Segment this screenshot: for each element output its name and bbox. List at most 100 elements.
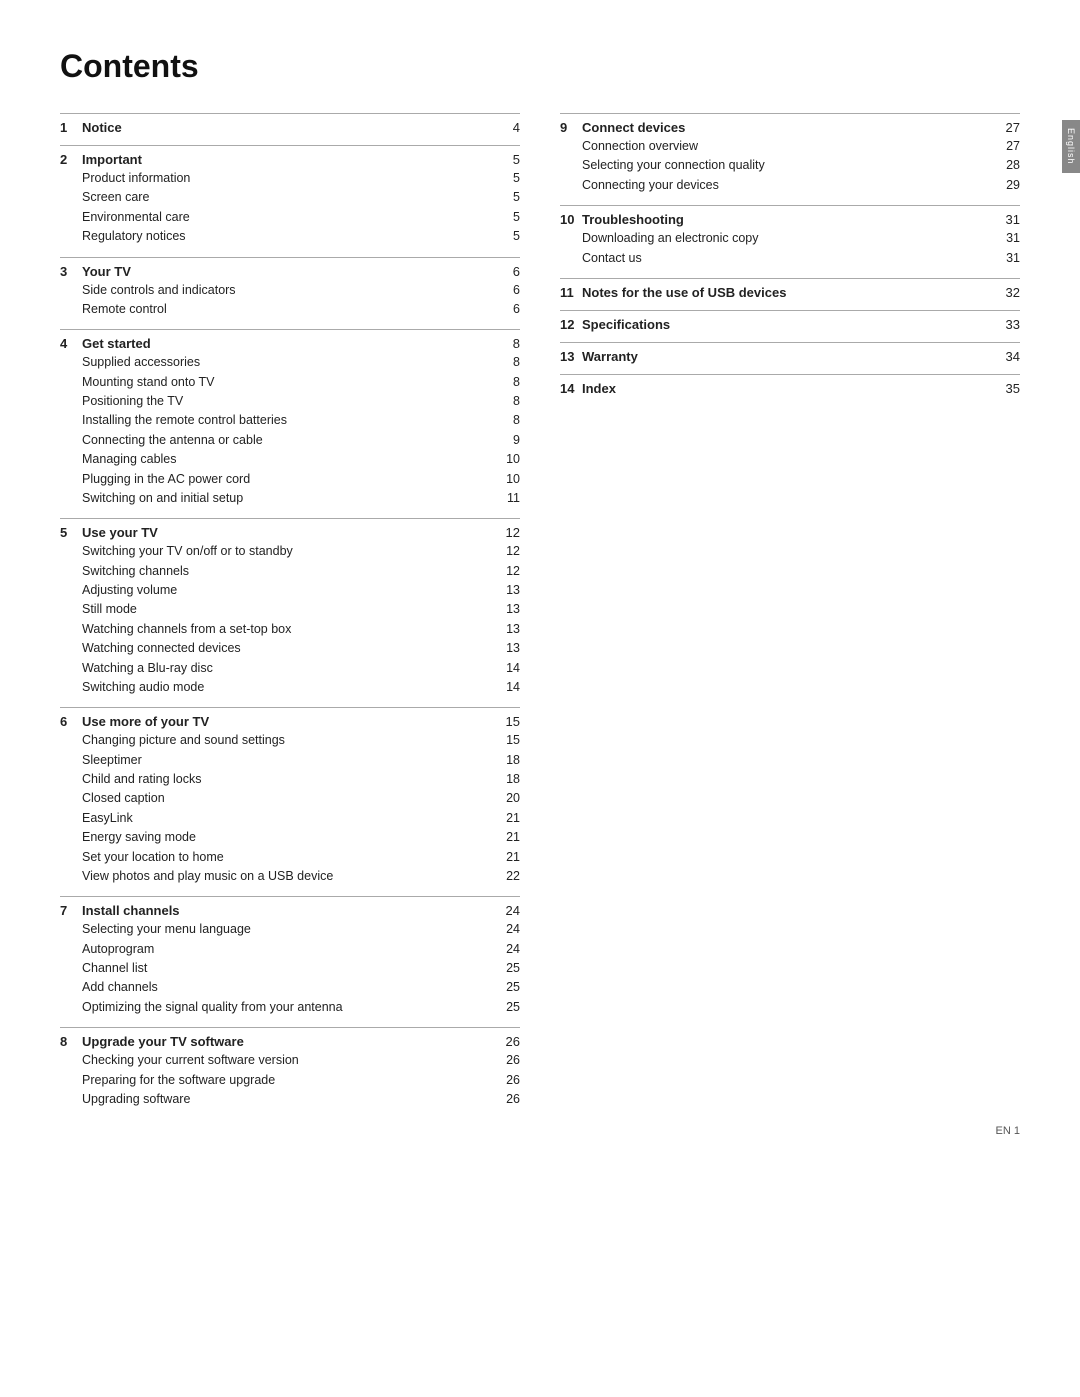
toc-sub-item: Add channels25 xyxy=(60,978,520,997)
toc-sub-item: Side controls and indicators6 xyxy=(60,281,520,300)
toc-sub-item: View photos and play music on a USB devi… xyxy=(60,867,520,886)
section-number: 14 xyxy=(560,381,578,396)
toc-section-header: 12Specifications33 xyxy=(560,317,1020,332)
sub-item-title: Watching channels from a set-top box xyxy=(82,620,496,639)
section-title: Warranty xyxy=(582,349,996,364)
toc-sub-item: Sleeptimer18 xyxy=(60,751,520,770)
toc-section-header: 14Index35 xyxy=(560,381,1020,396)
sub-item-page: 5 xyxy=(496,188,520,207)
toc-section-header: 10Troubleshooting31 xyxy=(560,212,1020,227)
sub-item-page: 28 xyxy=(996,156,1020,175)
toc-sub-item: Switching audio mode14 xyxy=(60,678,520,697)
section-title: Get started xyxy=(82,336,496,351)
sub-item-title: Switching audio mode xyxy=(82,678,496,697)
toc-sub-item: Changing picture and sound settings15 xyxy=(60,731,520,750)
section-title: Specifications xyxy=(582,317,996,332)
toc-sub-item: Supplied accessories8 xyxy=(60,353,520,372)
sub-item-title: Add channels xyxy=(82,978,496,997)
section-page: 32 xyxy=(996,285,1020,300)
sub-item-page: 31 xyxy=(996,249,1020,268)
sub-item-page: 25 xyxy=(496,978,520,997)
toc-sub-item: Installing the remote control batteries8 xyxy=(60,411,520,430)
section-title: Install channels xyxy=(82,903,496,918)
sub-item-page: 31 xyxy=(996,229,1020,248)
toc-sub-item: Connecting the antenna or cable9 xyxy=(60,431,520,450)
toc-sub-item: Remote control6 xyxy=(60,300,520,319)
section-number: 8 xyxy=(60,1034,78,1049)
sub-item-page: 6 xyxy=(496,281,520,300)
section-number: 2 xyxy=(60,152,78,167)
sub-item-title: Switching your TV on/off or to standby xyxy=(82,542,496,561)
sub-item-page: 5 xyxy=(496,208,520,227)
toc-sub-item: Connection overview27 xyxy=(560,137,1020,156)
sub-item-page: 13 xyxy=(496,600,520,619)
sub-item-page: 12 xyxy=(496,562,520,581)
sub-item-title: View photos and play music on a USB devi… xyxy=(82,867,496,886)
toc-sub-item: Watching channels from a set-top box13 xyxy=(60,620,520,639)
toc-sub-item: Contact us31 xyxy=(560,249,1020,268)
sub-item-title: Downloading an electronic copy xyxy=(582,229,996,248)
sub-item-page: 15 xyxy=(496,731,520,750)
sub-item-page: 5 xyxy=(496,227,520,246)
sub-item-title: Plugging in the AC power cord xyxy=(82,470,496,489)
toc-section: 9Connect devices27Connection overview27S… xyxy=(560,113,1020,195)
section-page: 34 xyxy=(996,349,1020,364)
toc-sub-item: Closed caption20 xyxy=(60,789,520,808)
toc-section-header: 13Warranty34 xyxy=(560,349,1020,364)
sub-item-title: Product information xyxy=(82,169,496,188)
section-page: 5 xyxy=(496,152,520,167)
sub-item-page: 8 xyxy=(496,353,520,372)
toc-sub-item: Channel list25 xyxy=(60,959,520,978)
sub-item-title: Supplied accessories xyxy=(82,353,496,372)
section-page: 15 xyxy=(496,714,520,729)
sub-item-page: 24 xyxy=(496,920,520,939)
toc-section-header: 7Install channels24 xyxy=(60,903,520,918)
toc-sub-item: Managing cables10 xyxy=(60,450,520,469)
section-number: 6 xyxy=(60,714,78,729)
section-page: 26 xyxy=(496,1034,520,1049)
section-page: 35 xyxy=(996,381,1020,396)
toc-sub-item: EasyLink21 xyxy=(60,809,520,828)
sub-item-page: 8 xyxy=(496,373,520,392)
section-page: 8 xyxy=(496,336,520,351)
sub-item-title: Upgrading software xyxy=(82,1090,496,1109)
sub-item-page: 26 xyxy=(496,1071,520,1090)
section-number: 3 xyxy=(60,264,78,279)
section-number: 4 xyxy=(60,336,78,351)
toc-section: 13Warranty34 xyxy=(560,342,1020,364)
sub-item-page: 20 xyxy=(496,789,520,808)
sub-item-page: 26 xyxy=(496,1051,520,1070)
footer: EN 1 xyxy=(996,1125,1020,1137)
language-tab: English xyxy=(1062,120,1080,173)
toc-sub-item: Checking your current software version26 xyxy=(60,1051,520,1070)
sub-item-title: Selecting your menu language xyxy=(82,920,496,939)
sub-item-title: Remote control xyxy=(82,300,496,319)
sub-item-title: Closed caption xyxy=(82,789,496,808)
sub-item-title: Screen care xyxy=(82,188,496,207)
sub-item-title: Energy saving mode xyxy=(82,828,496,847)
sub-item-title: Switching on and initial setup xyxy=(82,489,496,508)
toc-section-header: 3Your TV6 xyxy=(60,264,520,279)
sub-item-page: 26 xyxy=(496,1090,520,1109)
sub-item-page: 13 xyxy=(496,581,520,600)
sub-item-page: 13 xyxy=(496,639,520,658)
sub-item-title: Set your location to home xyxy=(82,848,496,867)
section-title: Important xyxy=(82,152,496,167)
sub-item-title: Adjusting volume xyxy=(82,581,496,600)
toc-section: 1Notice4 xyxy=(60,113,520,135)
section-page: 33 xyxy=(996,317,1020,332)
section-title: Connect devices xyxy=(582,120,996,135)
toc-section-header: 2 Important5 xyxy=(60,152,520,167)
toc-section: 4Get started8Supplied accessories8Mounti… xyxy=(60,329,520,508)
toc-sub-item: Upgrading software26 xyxy=(60,1090,520,1109)
section-title: Use your TV xyxy=(82,525,496,540)
sub-item-page: 10 xyxy=(496,450,520,469)
sub-item-title: Installing the remote control batteries xyxy=(82,411,496,430)
sub-item-page: 25 xyxy=(496,959,520,978)
sub-item-title: Sleeptimer xyxy=(82,751,496,770)
section-page: 4 xyxy=(496,120,520,135)
toc-sub-item: Child and rating locks18 xyxy=(60,770,520,789)
toc-sub-item: Watching connected devices13 xyxy=(60,639,520,658)
toc-sub-item: Switching channels12 xyxy=(60,562,520,581)
sub-item-title: Connecting your devices xyxy=(582,176,996,195)
